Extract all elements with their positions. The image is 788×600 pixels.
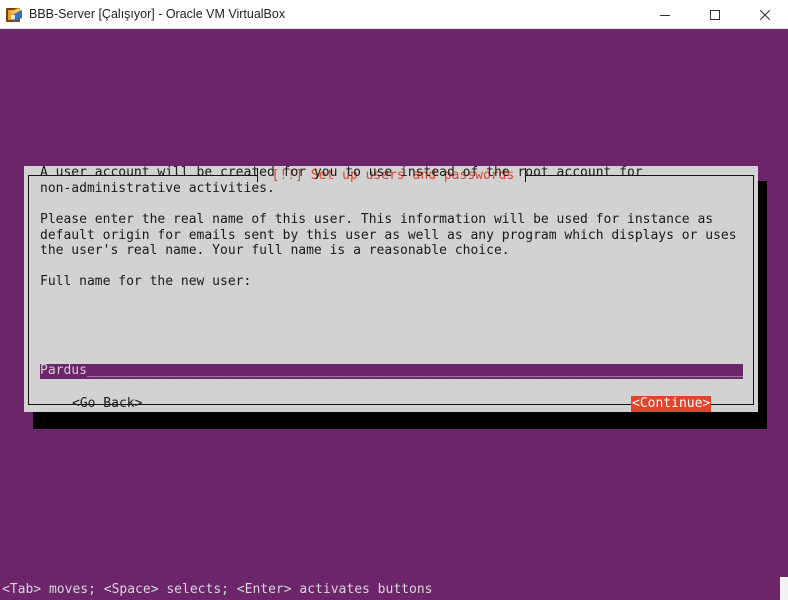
maximize-button[interactable] <box>692 0 738 29</box>
close-button[interactable] <box>742 0 788 29</box>
close-icon <box>760 9 770 20</box>
maximize-icon <box>710 9 720 20</box>
minimize-button[interactable] <box>642 0 688 29</box>
setup-users-dialog: [!!] Set up users and passwords A user a… <box>24 165 758 412</box>
minimize-icon <box>660 14 670 16</box>
vm-screen[interactable]: [!!] Set up users and passwords A user a… <box>0 29 788 600</box>
dialog-paragraph-1: A user account will be created for you t… <box>40 165 643 196</box>
keyboard-hint: <Tab> moves; <Space> selects; <Enter> ac… <box>2 582 433 597</box>
full-name-prompt: Full name for the new user: <box>40 274 252 289</box>
window-title: BBB-Server [Çalışıyor] - Oracle VM Virtu… <box>29 7 286 21</box>
go-back-button[interactable]: <Go Back> <box>72 396 142 412</box>
dialog-paragraph-2: Please enter the real name of this user.… <box>40 212 737 258</box>
continue-button[interactable]: <Continue> <box>631 396 712 412</box>
screen-edge-strip <box>780 577 788 600</box>
full-name-value: Pardus <box>40 363 87 378</box>
full-name-fill: ________________________________________… <box>86 363 743 378</box>
virtualbox-icon <box>6 8 22 22</box>
window-titlebar: BBB-Server [Çalışıyor] - Oracle VM Virtu… <box>0 0 788 29</box>
full-name-input[interactable]: Pardus__________________________________… <box>40 363 743 379</box>
